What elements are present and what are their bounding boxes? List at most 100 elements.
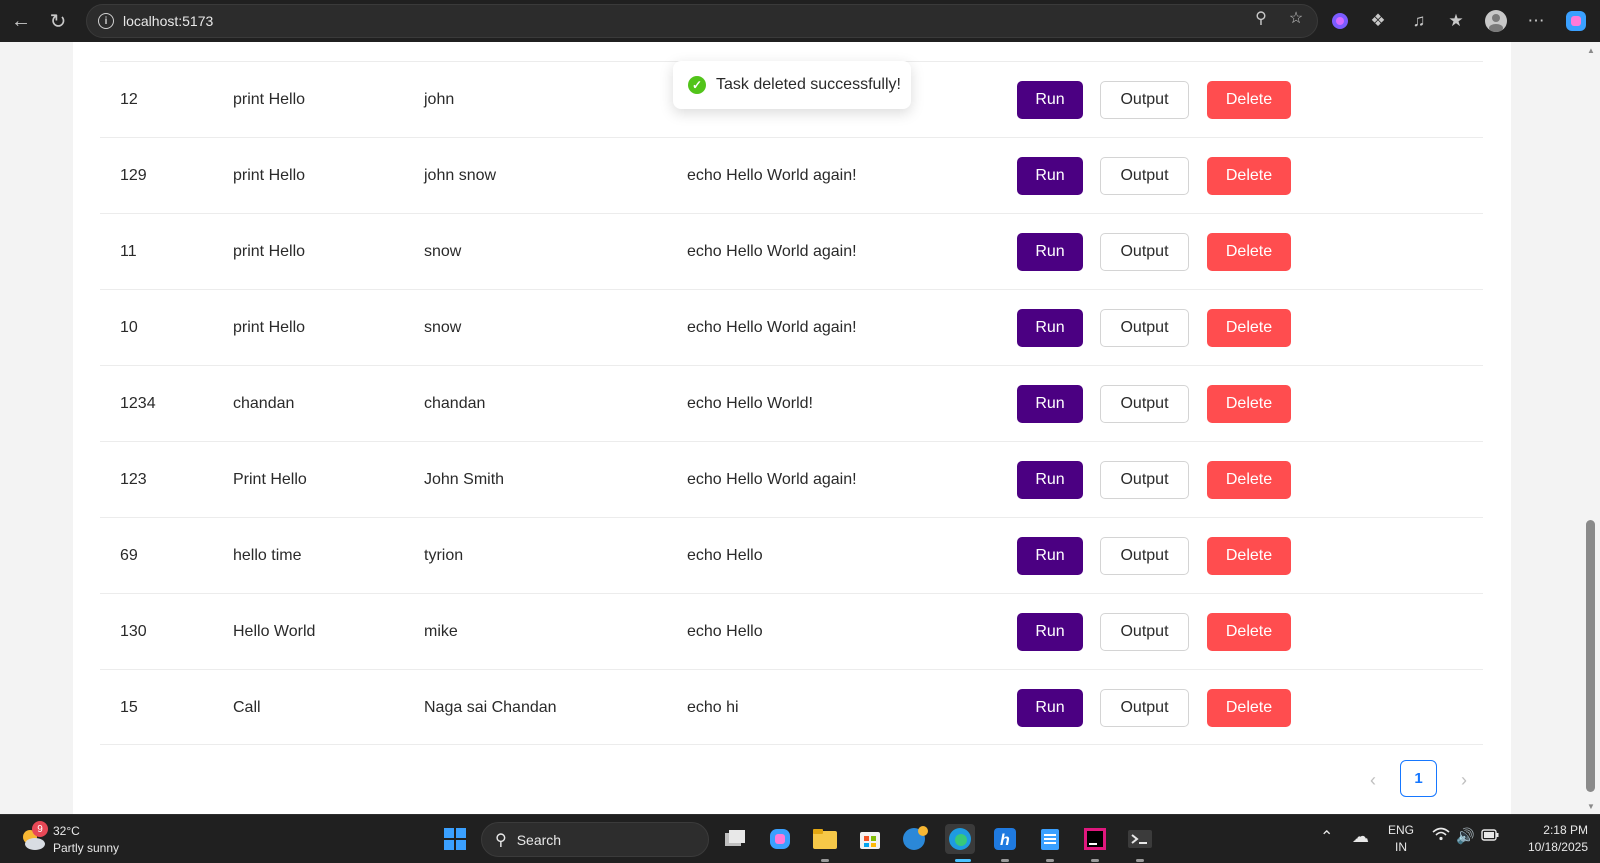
- language-indicator[interactable]: ENG: [1385, 823, 1417, 837]
- help-app-icon[interactable]: [900, 824, 930, 854]
- browser-toolbar: ← ↻ i localhost:5173 ⚲ ☆ ❖ ♫ ★ ⋯: [0, 0, 1600, 42]
- success-toast: ✓ Task deleted successfully!: [673, 61, 911, 109]
- run-button[interactable]: Run: [1017, 385, 1083, 423]
- delete-button[interactable]: Delete: [1207, 385, 1291, 423]
- running-indicator: [1046, 859, 1054, 862]
- task-owner: john snow: [424, 167, 497, 184]
- favorites-icon[interactable]: ★: [1444, 9, 1468, 33]
- task-owner: john: [424, 91, 455, 108]
- show-hidden-icons-icon[interactable]: ⌃: [1320, 827, 1333, 847]
- scrollbar-thumb[interactable]: [1586, 520, 1595, 792]
- copilot-extension-icon[interactable]: [1328, 9, 1352, 33]
- pagination-prev-icon[interactable]: ‹: [1361, 765, 1385, 795]
- task-id: 11: [120, 243, 137, 260]
- run-button[interactable]: Run: [1017, 689, 1083, 727]
- table-row: 69 hello time tyrion echo Hello Run Outp…: [100, 517, 1483, 593]
- output-button[interactable]: Output: [1100, 81, 1189, 119]
- delete-button[interactable]: Delete: [1207, 689, 1291, 727]
- output-button[interactable]: Output: [1100, 537, 1189, 575]
- wifi-icon[interactable]: [1432, 827, 1450, 846]
- delete-button[interactable]: Delete: [1207, 309, 1291, 347]
- table-row: 130 Hello World mike echo Hello Run Outp…: [100, 593, 1483, 669]
- output-button[interactable]: Output: [1100, 309, 1189, 347]
- run-button[interactable]: Run: [1017, 81, 1083, 119]
- table-row: 10 print Hello snow echo Hello World aga…: [100, 289, 1483, 365]
- clock-time[interactable]: 2:18 PM: [1510, 823, 1588, 837]
- table-row: 15 Call Naga sai Chandan echo hi Run Out…: [100, 669, 1483, 745]
- copilot-icon[interactable]: [1564, 9, 1588, 33]
- running-indicator: [1136, 859, 1144, 862]
- delete-button[interactable]: Delete: [1207, 157, 1291, 195]
- extensions-icon[interactable]: ❖: [1366, 9, 1390, 33]
- run-button[interactable]: Run: [1017, 157, 1083, 195]
- delete-button[interactable]: Delete: [1207, 613, 1291, 651]
- output-button[interactable]: Output: [1100, 613, 1189, 651]
- delete-button[interactable]: Delete: [1207, 81, 1291, 119]
- terminal-icon[interactable]: [1125, 824, 1155, 854]
- active-indicator: [955, 859, 971, 862]
- pagination-next-icon[interactable]: ›: [1452, 765, 1476, 795]
- running-indicator: [1091, 859, 1099, 862]
- run-button[interactable]: Run: [1017, 537, 1083, 575]
- intellij-icon[interactable]: [1080, 824, 1110, 854]
- task-view-icon[interactable]: [720, 824, 750, 854]
- run-button[interactable]: Run: [1017, 233, 1083, 271]
- battery-icon[interactable]: [1481, 828, 1499, 844]
- more-menu-icon[interactable]: ⋯: [1524, 9, 1548, 33]
- notepad-icon[interactable]: [1035, 824, 1065, 854]
- run-button[interactable]: Run: [1017, 613, 1083, 651]
- scroll-up-icon[interactable]: ▲: [1586, 46, 1596, 55]
- file-explorer-icon[interactable]: [810, 824, 840, 854]
- microsoft-store-icon[interactable]: [855, 824, 885, 854]
- refresh-icon[interactable]: ↻: [45, 8, 71, 34]
- task-id: 10: [120, 319, 138, 336]
- address-bar[interactable]: i localhost:5173: [86, 4, 1318, 38]
- profile-avatar[interactable]: [1484, 9, 1508, 33]
- weather-temperature[interactable]: 32°C: [53, 824, 80, 838]
- task-name: Call: [233, 699, 261, 716]
- task-command: echo Hello World again!: [687, 319, 857, 336]
- run-button[interactable]: Run: [1017, 461, 1083, 499]
- copilot-app-icon[interactable]: [765, 824, 795, 854]
- pagination-page[interactable]: 1: [1400, 760, 1437, 797]
- output-button[interactable]: Output: [1100, 233, 1189, 271]
- weather-description[interactable]: Partly sunny: [53, 841, 119, 855]
- run-button[interactable]: Run: [1017, 309, 1083, 347]
- table-row: 129 print Hello john snow echo Hello Wor…: [100, 137, 1483, 213]
- windows-start-icon[interactable]: [440, 824, 470, 854]
- table-row: 123 Print Hello John Smith echo Hello Wo…: [100, 441, 1483, 517]
- favorite-star-icon[interactable]: ☆: [1286, 8, 1306, 28]
- task-command: echo Hello: [687, 623, 763, 640]
- delete-button[interactable]: Delete: [1207, 537, 1291, 575]
- region-indicator[interactable]: IN: [1385, 840, 1417, 854]
- output-button[interactable]: Output: [1100, 461, 1189, 499]
- taskbar-search[interactable]: ⚲ Search: [481, 822, 709, 857]
- task-id: 12: [120, 91, 138, 108]
- onedrive-cloud-icon[interactable]: ☁: [1352, 827, 1369, 847]
- zoom-icon[interactable]: ⚲: [1251, 8, 1271, 28]
- harmony-app-icon[interactable]: h: [990, 824, 1020, 854]
- task-command: echo hi: [687, 699, 739, 716]
- back-icon[interactable]: ←: [8, 8, 34, 34]
- task-owner: snow: [424, 243, 462, 260]
- task-id: 1234: [120, 395, 156, 412]
- delete-button[interactable]: Delete: [1207, 233, 1291, 271]
- media-icon[interactable]: ♫: [1407, 9, 1431, 33]
- task-name: print Hello: [233, 243, 306, 260]
- edge-browser-icon[interactable]: [945, 824, 975, 854]
- task-owner: chandan: [424, 395, 486, 412]
- clock-date[interactable]: 10/18/2025: [1510, 840, 1588, 854]
- site-info-icon[interactable]: i: [98, 13, 114, 29]
- volume-icon[interactable]: 🔊: [1456, 827, 1475, 845]
- output-button[interactable]: Output: [1100, 157, 1189, 195]
- output-button[interactable]: Output: [1100, 689, 1189, 727]
- task-command: echo Hello World again!: [687, 167, 857, 184]
- task-command: echo Hello World!: [687, 395, 813, 412]
- scroll-down-icon[interactable]: ▼: [1586, 802, 1596, 811]
- delete-button[interactable]: Delete: [1207, 461, 1291, 499]
- task-id: 123: [120, 471, 147, 488]
- windows-taskbar: 9 32°C Partly sunny ⚲ Search h ⌃ ☁ ENG I…: [0, 814, 1600, 863]
- task-name: Print Hello: [233, 471, 307, 488]
- output-button[interactable]: Output: [1100, 385, 1189, 423]
- task-owner: John Smith: [424, 471, 505, 488]
